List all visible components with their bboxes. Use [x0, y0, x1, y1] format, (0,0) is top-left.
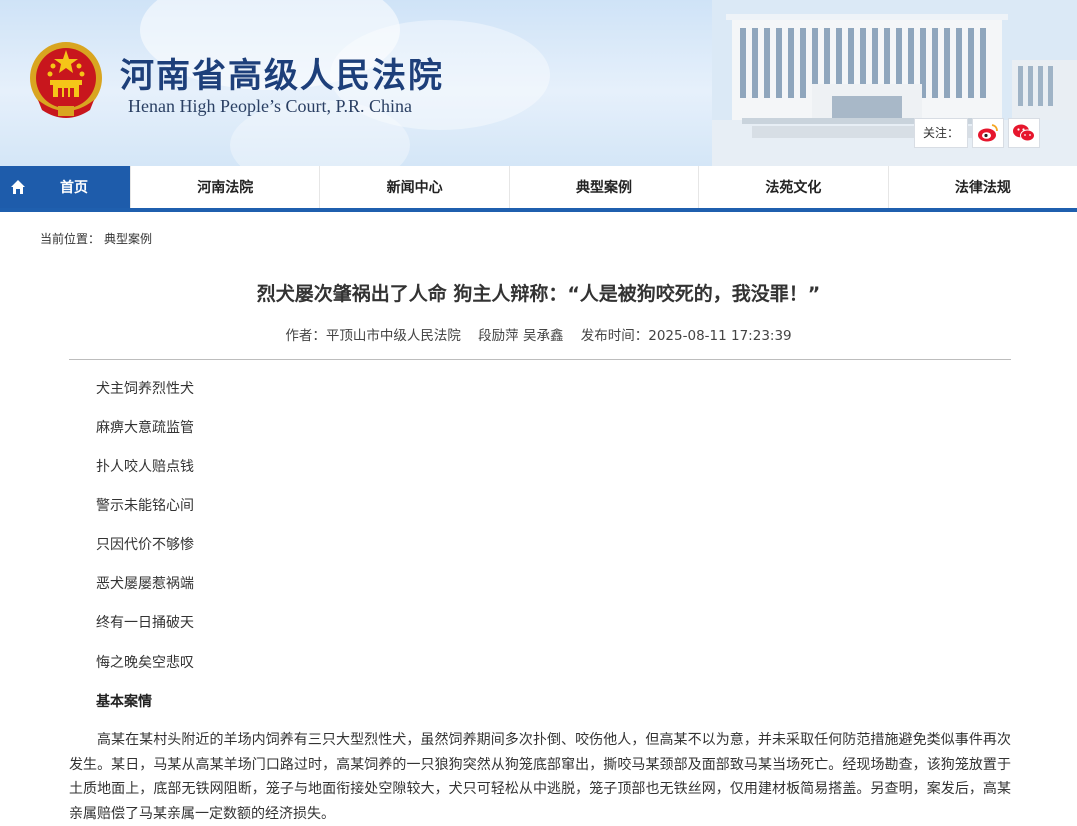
home-icon — [11, 180, 25, 194]
national-emblem-icon — [30, 42, 102, 118]
poem-line: 犬主饲养烈性犬 — [96, 381, 194, 397]
weibo-button[interactable] — [972, 118, 1005, 148]
main-nav: 首页 河南法院 新闻中心 典型案例 法苑文化 法律法规 — [0, 166, 1077, 208]
site-title-cn: 河南省高级人民法院 — [120, 56, 444, 96]
nav-item-laws[interactable]: 法律法规 — [887, 166, 1077, 208]
title-divider — [69, 359, 1011, 360]
follow-bar: 关注： — [914, 118, 1041, 148]
nav-item-court-culture[interactable]: 法苑文化 — [698, 166, 887, 208]
author-names: 段励萍 吴承鑫 — [478, 328, 564, 344]
article-title: 烈犬屡次肇祸出了人命 狗主人辩称：“人是被狗咬死的，我没罪！” — [256, 283, 821, 305]
follow-label: 关注： — [914, 118, 969, 148]
nav-item-home[interactable]: 首页 — [0, 166, 130, 208]
breadcrumb-label: 当前位置： — [40, 232, 101, 246]
poem-line: 只因代价不够惨 — [96, 537, 194, 553]
poem-line: 终有一日捅破天 — [96, 615, 194, 631]
author-org: 平顶山市中级人民法院 — [325, 328, 461, 344]
publish-time: 2025-08-11 17:23:39 — [648, 328, 792, 344]
poem-line: 麻痹大意疏监管 — [96, 420, 194, 436]
article-paragraph: 高某在某村头附近的羊场内饲养有三只大型烈性犬，虽然饲养期间多次扑倒、咬伤他人，但… — [69, 732, 1011, 822]
nav-item-henan-courts[interactable]: 河南法院 — [130, 166, 319, 208]
site-header: 河南省高级人民法院 Henan High People’s Court, P.R… — [0, 0, 1077, 166]
author-label: 作者： — [285, 328, 326, 344]
section-heading: 基本案情 — [96, 694, 152, 710]
poem-line: 恶犬屡屡惹祸端 — [96, 576, 194, 592]
poem-line: 扑人咬人赔点钱 — [96, 459, 194, 475]
poem-line: 警示未能铭心间 — [96, 498, 194, 514]
nav-item-news-center[interactable]: 新闻中心 — [319, 166, 508, 208]
weibo-icon — [978, 124, 998, 142]
article-meta: 作者：平顶山市中级人民法院 段励萍 吴承鑫 发布时间：2025-08-11 17… — [0, 324, 1077, 344]
wechat-button[interactable] — [1008, 118, 1041, 148]
poem-line: 悔之晚矣空悲叹 — [96, 655, 194, 671]
site-title-en: Henan High People’s Court, P.R. China — [128, 96, 412, 116]
wechat-icon — [1013, 124, 1036, 142]
time-label: 发布时间： — [580, 328, 649, 344]
nav-underline — [0, 208, 1077, 212]
nav-home-label: 首页 — [60, 180, 88, 196]
breadcrumb-current[interactable]: 典型案例 — [104, 232, 152, 246]
nav-item-typical-cases[interactable]: 典型案例 — [508, 166, 698, 208]
breadcrumb: 当前位置： 典型案例 — [40, 230, 152, 247]
